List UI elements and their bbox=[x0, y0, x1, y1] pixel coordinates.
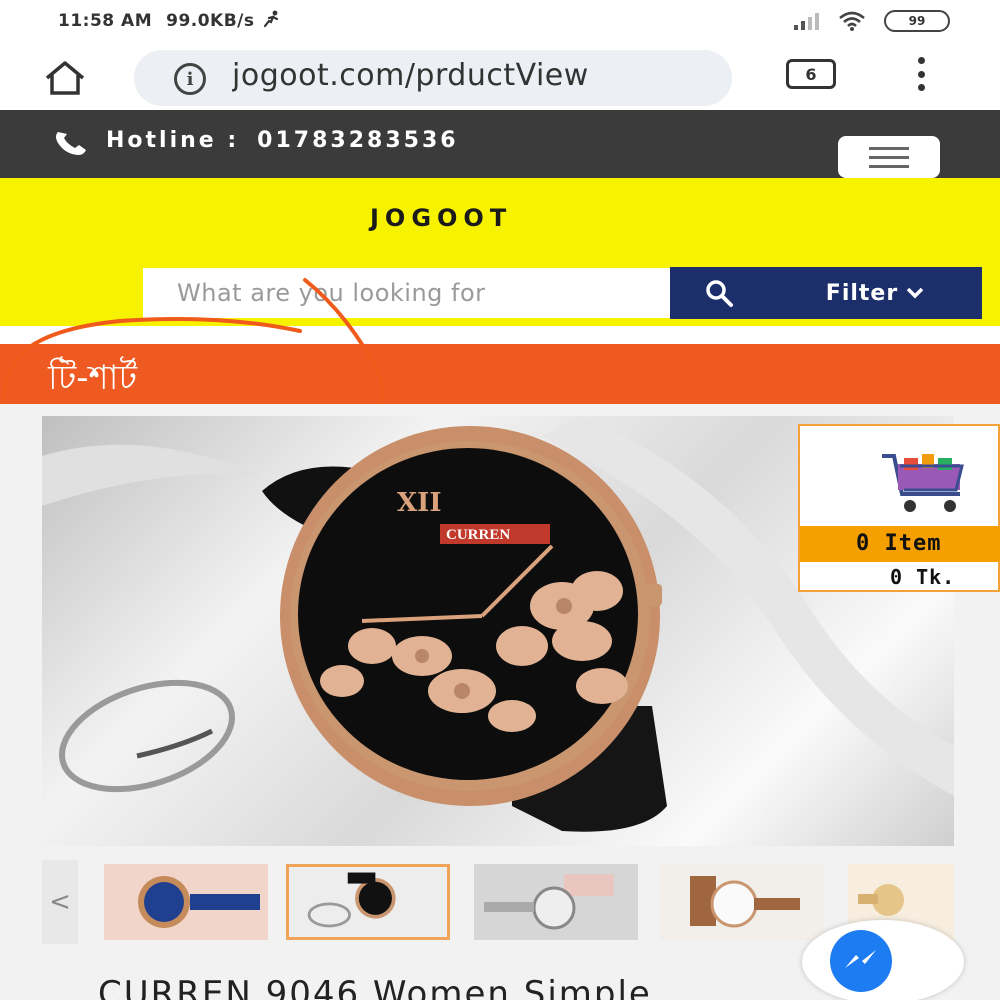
svg-text:CURREN: CURREN bbox=[446, 527, 510, 543]
chevron-down-icon bbox=[906, 287, 924, 299]
thumbnail-1[interactable] bbox=[104, 864, 268, 940]
status-speed: 99.0KB/s bbox=[166, 11, 255, 31]
search-input[interactable] bbox=[143, 268, 670, 318]
thumbnail-image bbox=[292, 867, 444, 937]
thumbnail-4[interactable] bbox=[660, 864, 824, 940]
product-area: XII CURREN 0 Item 0 Tk. < CURREN 9046 Wo… bbox=[0, 404, 1000, 1000]
separator bbox=[0, 326, 1000, 344]
thumbnail-image bbox=[104, 864, 268, 940]
status-bar: 11:58 AM 99.0KB/s 99 bbox=[0, 0, 1000, 44]
hotline-number[interactable]: 01783283536 bbox=[257, 128, 458, 153]
cart-item-count: 0 Item bbox=[800, 526, 1000, 562]
status-left: 11:58 AM 99.0KB/s bbox=[58, 10, 281, 31]
thumbnail-2[interactable] bbox=[286, 864, 450, 940]
thumbnail-image bbox=[474, 864, 638, 940]
kebab-menu-icon[interactable] bbox=[914, 57, 928, 91]
messenger-icon bbox=[830, 930, 892, 992]
product-title: CURREN 9046 Women Simple bbox=[98, 974, 652, 1000]
hamburger-line bbox=[869, 164, 909, 168]
hotline-label: Hotline : bbox=[106, 128, 240, 153]
filter-label: Filter bbox=[825, 280, 899, 306]
hotline-text: Hotline : 01783283536 bbox=[106, 128, 459, 153]
info-icon[interactable]: i bbox=[174, 63, 206, 95]
battery-icon: 99 bbox=[884, 10, 950, 32]
messenger-chat-button[interactable] bbox=[802, 920, 964, 1000]
phone-icon bbox=[56, 132, 86, 155]
site-logo[interactable]: JOGOOT bbox=[370, 204, 512, 232]
url-text[interactable]: jogoot.com/prductView bbox=[232, 58, 712, 93]
browser-toolbar: i jogoot.com/prductView 6 bbox=[0, 44, 1000, 110]
hotline-bar: Hotline : 01783283536 bbox=[0, 110, 1000, 178]
address-bar[interactable]: i jogoot.com/prductView bbox=[134, 50, 732, 106]
filter-button[interactable]: Filter bbox=[768, 267, 982, 319]
cart-total: 0 Tk. bbox=[890, 565, 956, 589]
thumbnail-3[interactable] bbox=[474, 864, 638, 940]
tabs-icon[interactable]: 6 bbox=[786, 59, 836, 89]
home-icon[interactable] bbox=[42, 60, 88, 96]
hamburger-line bbox=[869, 146, 909, 150]
site-header: JOGOOT Filter bbox=[0, 178, 1000, 326]
shopping-cart-icon bbox=[882, 454, 964, 512]
svg-text:XII: XII bbox=[397, 488, 442, 518]
category-bar: টি-শার্ট bbox=[0, 344, 1000, 404]
wifi-icon bbox=[839, 11, 865, 31]
signal-icon bbox=[794, 13, 819, 30]
tab-count: 6 bbox=[805, 64, 817, 84]
running-icon bbox=[263, 10, 279, 28]
status-right: 99 bbox=[794, 10, 950, 32]
hamburger-line bbox=[869, 155, 909, 159]
battery-level: 99 bbox=[908, 14, 926, 28]
hamburger-menu-button[interactable] bbox=[838, 136, 940, 178]
cart-widget[interactable]: 0 Item 0 Tk. bbox=[798, 424, 1000, 592]
search-button[interactable] bbox=[670, 267, 768, 319]
thumbnail-strip: < bbox=[42, 860, 954, 944]
search-icon bbox=[706, 280, 733, 307]
category-title: টি-শার্ট bbox=[48, 358, 138, 398]
status-time: 11:58 AM bbox=[58, 11, 153, 31]
thumbnail-image bbox=[660, 864, 824, 940]
thumbnail-prev-button[interactable]: < bbox=[42, 860, 78, 944]
